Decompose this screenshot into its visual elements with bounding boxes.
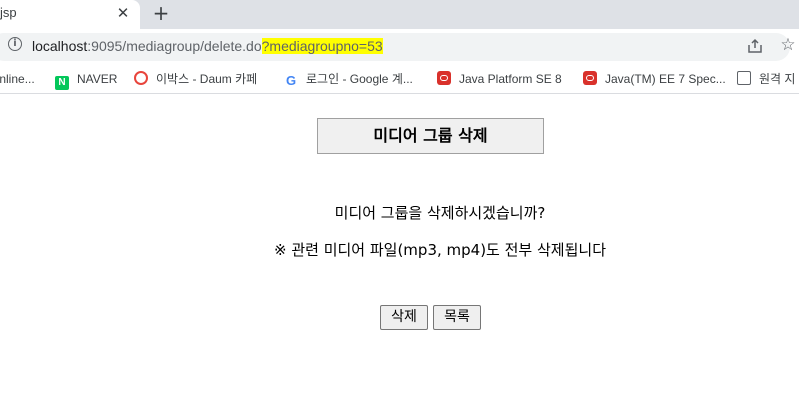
daum-icon [134, 71, 148, 85]
bookmark-google[interactable]: G 로그인 - Google 계... [284, 71, 413, 88]
warning-message: ※ 관련 미디어 파일(mp3, mp4)도 전부 삭제됩니다 [273, 241, 606, 259]
bookmark-label: 로그인 - Google 계... [306, 72, 413, 86]
bookmark-label: Online... [0, 72, 35, 86]
bookmark-label: NAVER [77, 72, 118, 86]
bookmark-java-se8[interactable]: Java Platform SE 8 [437, 71, 562, 87]
oracle-icon [437, 71, 451, 85]
close-icon[interactable]: ✕ [114, 4, 132, 22]
remote-icon [737, 71, 751, 85]
delete-button[interactable]: 삭제 [380, 305, 428, 330]
browser-tab[interactable]: jsp ✕ [0, 0, 140, 29]
bookmark-label: 원격 지 [759, 72, 796, 86]
new-tab-button[interactable]: + [150, 2, 172, 24]
list-button[interactable]: 목록 [433, 305, 481, 330]
bookmark-remote[interactable]: 원격 지 [737, 71, 795, 87]
star-icon[interactable]: ☆ [779, 36, 797, 54]
bookmarks-bar: Online... N NAVER 이박스 - Daum 카페 G 로그인 - Go… [0, 65, 799, 94]
bookmark-daum[interactable]: 이박스 - Daum 카페 [134, 71, 257, 87]
bookmark-label: Java Platform SE 8 [459, 72, 562, 86]
share-icon[interactable] [747, 38, 763, 54]
tab-title: jsp [0, 5, 17, 20]
url-query-highlighted: ?mediagroupno=53 [261, 38, 383, 54]
bookmark-label: 이박스 - Daum 카페 [156, 72, 258, 86]
confirm-message: 미디어 그룹을 삭제하시겠습니까? [334, 204, 546, 222]
url-text[interactable]: localhost:9095/mediagroup/delete.do?medi… [32, 38, 383, 54]
bookmark-online[interactable]: Online... [0, 71, 35, 87]
bookmark-java-ee7[interactable]: Java(TM) EE 7 Spec... [583, 71, 726, 87]
info-icon[interactable]: i [8, 37, 22, 51]
oracle-icon [583, 71, 597, 85]
bookmark-label: Java(TM) EE 7 Spec... [605, 72, 726, 86]
page-title: 미디어 그룹 삭제 [317, 118, 544, 154]
google-icon: G [285, 73, 297, 88]
naver-icon: N [55, 76, 69, 90]
bookmark-naver[interactable]: N NAVER [55, 71, 118, 90]
url-path: :9095/mediagroup/delete.do [87, 38, 262, 54]
tab-strip: jsp ✕ + [0, 0, 799, 29]
url-host: localhost [32, 38, 88, 54]
